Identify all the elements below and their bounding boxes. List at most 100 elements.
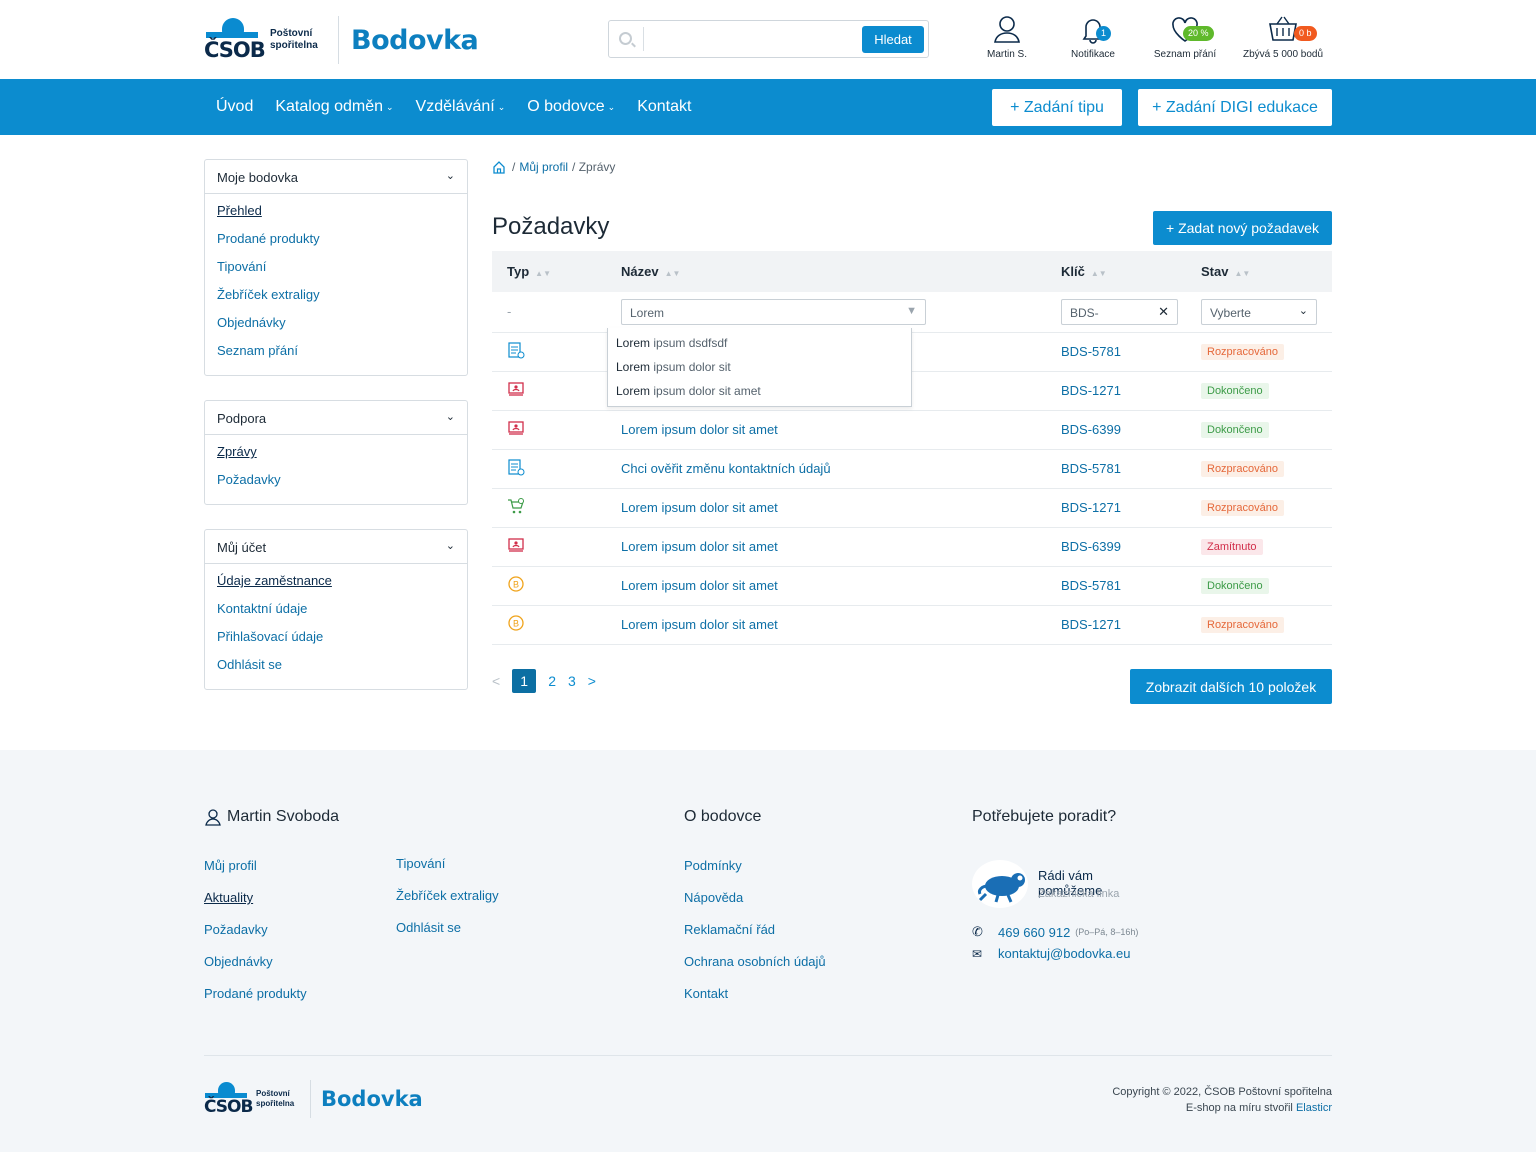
pager-next[interactable]: > [588, 673, 596, 689]
footer-link-aktuality[interactable]: Aktuality [204, 890, 339, 922]
notifications-count: 1 [1096, 26, 1111, 41]
request-name-link[interactable]: Lorem ipsum dolor sit amet [621, 578, 778, 593]
table-row[interactable]: Lorem ipsum dolor sit amet BDS-6399 Zamítn… [492, 527, 1332, 567]
filter-state-select[interactable]: Vyberte ⌄ [1201, 298, 1317, 325]
sidebar: Moje bodovka ⌄ Přehled Prodané produkty T… [204, 159, 468, 714]
pager-page-3[interactable]: 3 [568, 673, 576, 689]
sidebar-section-header[interactable]: Moje bodovka ⌄ [205, 160, 467, 194]
sidebar-item-pozadavky[interactable]: Požadavky [217, 472, 281, 487]
request-key-link[interactable]: BDS-1271 [1061, 617, 1121, 632]
col-header-name[interactable]: Název ▲▼ [606, 251, 1046, 292]
footer-link-odhlasit[interactable]: Odhlásit se [396, 920, 499, 952]
table-row[interactable]: B Lorem ipsum dolor sit amet BDS-5781 Dokon… [492, 566, 1332, 606]
request-key-link[interactable]: BDS-6399 [1061, 539, 1121, 554]
autocomplete-option[interactable]: Lorem ipsum dsdfsdf [608, 331, 911, 355]
presentation-icon [507, 382, 525, 401]
request-name-link[interactable]: Lorem ipsum dolor sit amet [621, 617, 778, 632]
footer-link-napoveda[interactable]: Nápověda [684, 890, 826, 922]
request-key-link[interactable]: BDS-5781 [1061, 578, 1121, 593]
presentation-icon [507, 421, 525, 440]
search-button[interactable]: Hledat [862, 26, 924, 53]
coin-icon: B [507, 615, 525, 635]
notifications[interactable]: 1 Notifikace [1050, 14, 1136, 60]
sidebar-item-objednavky[interactable]: Objednávky [217, 315, 286, 330]
filter-name-input[interactable]: Lorem ▼ [621, 298, 926, 325]
request-name-link[interactable]: Lorem ipsum dolor sit amet [621, 422, 778, 437]
add-tip-button[interactable]: + Zadání tipu [992, 89, 1122, 126]
footer-link-pozadavky[interactable]: Požadavky [204, 922, 339, 954]
show-more-button[interactable]: Zobrazit dalších 10 položek [1130, 669, 1332, 704]
request-key-link[interactable]: BDS-6399 [1061, 422, 1121, 437]
footer-link-prodane[interactable]: Prodané produkty [204, 986, 339, 1018]
footer-link-ochrana[interactable]: Ochrana osobních údajů [684, 954, 826, 986]
clear-icon[interactable]: ✕ [1158, 304, 1169, 320]
footer-link-zebricek[interactable]: Žebříček extraligy [396, 888, 499, 920]
nav-uvod[interactable]: Úvod [216, 98, 253, 116]
status-badge: Dokončeno [1201, 578, 1269, 594]
copyright: Copyright © 2022, ČSOB Poštovní spořitel… [1112, 1086, 1332, 1114]
col-header-key[interactable]: Klíč ▲▼ [1046, 251, 1186, 292]
autocomplete-option[interactable]: Lorem ipsum dolor sit [608, 355, 911, 379]
sidebar-item-odhlasit[interactable]: Odhlásit se [217, 657, 282, 672]
basket[interactable]: 0 b Zbývá 5 000 bodů [1234, 14, 1332, 60]
footer-link-kontakt[interactable]: Kontakt [684, 986, 826, 1018]
help-phone-hours: (Po–Pá, 8–16h) [1075, 927, 1139, 937]
request-key-link[interactable]: BDS-1271 [1061, 500, 1121, 515]
table-row[interactable]: Lorem ipsum dolor sit amet BDS-6399 Dokonč… [492, 410, 1332, 450]
sidebar-item-udaje[interactable]: Údaje zaměstnance [217, 573, 332, 588]
sidebar-item-kontaktni[interactable]: Kontaktní údaje [217, 601, 307, 616]
add-request-button[interactable]: + Zadat nový požadavek [1153, 211, 1332, 245]
coin-icon: B [507, 576, 525, 596]
footer-user-col: Martin Svoboda Můj profil Aktuality Poža… [204, 808, 339, 1018]
breadcrumb-link[interactable]: Můj profil [519, 160, 568, 174]
logo[interactable]: ČSOB Poštovní spořitelna Bodovka [204, 16, 479, 64]
request-name-link[interactable]: Chci ověřit změnu kontaktních údajů [621, 461, 831, 476]
help-phone[interactable]: 469 660 912 [998, 925, 1070, 940]
sidebar-item-prehled[interactable]: Přehled [217, 203, 262, 218]
search-input[interactable] [649, 25, 859, 53]
sidebar-section-header[interactable]: Podpora ⌄ [205, 401, 467, 435]
table-row[interactable]: Lorem ipsum dolor sit amet BDS-1271 Rozpra… [492, 488, 1332, 528]
pager-page-1[interactable]: 1 [512, 669, 537, 693]
request-key-link[interactable]: BDS-5781 [1061, 344, 1121, 359]
chevron-down-icon: ⌄ [445, 540, 455, 552]
elasticr-link[interactable]: Elasticr [1296, 1102, 1332, 1114]
filter-key-input[interactable]: BDS- ✕ [1061, 298, 1178, 325]
nav-vzdelavani[interactable]: Vzdělávání ⌄ [416, 98, 506, 116]
sidebar-item-zpravy[interactable]: Zprávy [217, 444, 257, 459]
help-email[interactable]: kontaktuj@bodovka.eu [998, 946, 1130, 961]
page-title: Požadavky [492, 213, 610, 240]
sidebar-section-header[interactable]: Můj účet ⌄ [205, 530, 467, 564]
footer-logo[interactable]: ČSOB Poštovní spořitelna Bodovka [204, 1080, 423, 1118]
sidebar-item-prodane[interactable]: Prodané produkty [217, 231, 320, 246]
sidebar-item-prihlasovaci[interactable]: Přihlašovací údaje [217, 629, 323, 644]
pager-prev[interactable]: < [492, 673, 500, 689]
home-icon[interactable] [492, 160, 506, 174]
table-row[interactable]: Chci ověřit změnu kontaktních údajů BDS-5… [492, 449, 1332, 489]
request-name-link[interactable]: Lorem ipsum dolor sit amet [621, 500, 778, 515]
nav-katalog[interactable]: Katalog odměn ⌄ [275, 98, 393, 116]
footer-link-podminky[interactable]: Podmínky [684, 858, 826, 890]
nav-kontakt[interactable]: Kontakt [637, 98, 691, 116]
search-icon [619, 32, 632, 45]
footer-link-objednavky[interactable]: Objednávky [204, 954, 339, 986]
footer-link-profil[interactable]: Můj profil [204, 858, 339, 890]
pager-page-2[interactable]: 2 [548, 673, 556, 689]
col-header-state[interactable]: Stav ▲▼ [1186, 251, 1332, 292]
footer-link-tipovani[interactable]: Tipování [396, 856, 499, 888]
presentation-icon [507, 538, 525, 557]
request-name-link[interactable]: Lorem ipsum dolor sit amet [621, 539, 778, 554]
request-key-link[interactable]: BDS-1271 [1061, 383, 1121, 398]
sidebar-item-zebricek[interactable]: Žebříček extraligy [217, 287, 320, 302]
nav-o-bodovce[interactable]: O bodovce ⌄ [527, 98, 615, 116]
sidebar-item-seznam[interactable]: Seznam přání [217, 343, 298, 358]
add-digi-button[interactable]: + Zadání DIGI edukace [1138, 89, 1332, 126]
user-account[interactable]: Martin S. [964, 14, 1050, 60]
col-header-type[interactable]: Typ ▲▼ [492, 251, 606, 292]
request-key-link[interactable]: BDS-5781 [1061, 461, 1121, 476]
wishlist[interactable]: 20 % Seznam přání [1136, 14, 1234, 60]
sidebar-item-tipovani[interactable]: Tipování [217, 259, 266, 274]
autocomplete-option[interactable]: Lorem ipsum dolor sit amet [608, 379, 911, 403]
footer-link-reklamacni[interactable]: Reklamační řád [684, 922, 826, 954]
table-row[interactable]: B Lorem ipsum dolor sit amet BDS-1271 Rozpr… [492, 605, 1332, 645]
